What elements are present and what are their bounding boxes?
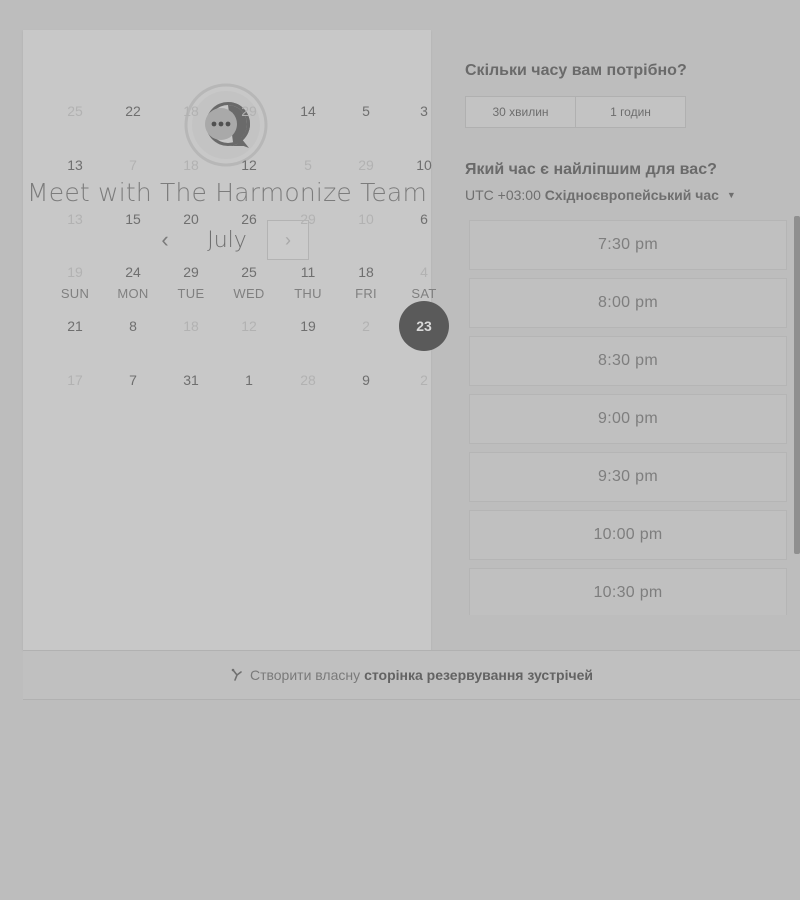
chevron-left-icon: ‹ (161, 227, 169, 252)
calendar-day[interactable]: 12 (224, 140, 274, 190)
calendar-day[interactable]: 8 (108, 301, 158, 351)
calendar-day: 10 (358, 211, 374, 227)
calendar-day[interactable]: 22 (108, 86, 158, 136)
calendar-day: 2 (362, 318, 370, 334)
timezone-name: Східноєвропейський час (544, 187, 719, 203)
calendar-day[interactable]: 19 (283, 301, 333, 351)
time-slot-button[interactable]: 9:00 pm (469, 394, 787, 444)
duration-selector: 30 хвилин 1 годин (465, 96, 686, 128)
calendar-day: 7 (129, 157, 137, 173)
time-slot-list: 7:30 pm 8:00 pm 8:30 pm 9:00 pm 9:30 pm 10:00… (469, 220, 787, 615)
calendar-day: 12 (241, 318, 257, 334)
calendar-day: 29 (358, 157, 374, 173)
calendar-day[interactable]: 7 (108, 355, 158, 405)
caret-down-icon: ▼ (726, 190, 736, 200)
calendar-day: 18 (183, 157, 199, 173)
calendar-day: 2 (420, 372, 428, 388)
calendar-day: 18 (183, 103, 199, 119)
time-slot-button[interactable]: 9:30 pm (469, 452, 787, 502)
calendar-day[interactable]: 21 (50, 301, 100, 351)
time-slot-button[interactable]: 8:00 pm (469, 278, 787, 328)
footer: Створити власну сторінка резервування зу… (23, 650, 800, 700)
calendar-day[interactable]: 11 (283, 247, 333, 297)
duration-question: Скільки часу вам потрібно? (465, 62, 687, 79)
time-slot-button[interactable]: 10:00 pm (469, 510, 787, 560)
time-slot-button[interactable]: 7:30 pm (469, 220, 787, 270)
calendar-day: 29 (300, 211, 316, 227)
calendar-day[interactable]: 10 (399, 140, 449, 190)
calendar-day[interactable]: 20 (166, 194, 216, 244)
calendar-day: 18 (183, 318, 199, 334)
calendar-day[interactable]: 24 (108, 247, 158, 297)
calendar-day[interactable]: 29 (166, 247, 216, 297)
calendar-grid: 25 22 18 29 14 5 3 13 7 18 12 5 29 10 13 15 20 26 29 10 6 19 2… (23, 103, 449, 652)
time-slot-button[interactable]: 10:30 pm (469, 568, 787, 615)
footer-text: Створити власну (249, 667, 361, 683)
calendar-day: 25 (67, 103, 83, 119)
calendar-day[interactable]: 15 (108, 194, 158, 244)
calendar-day[interactable]: 5 (341, 86, 391, 136)
scrollbar[interactable] (794, 216, 800, 554)
calendar-day[interactable]: 18 (341, 247, 391, 297)
time-slot-button[interactable]: 8:30 pm (469, 336, 787, 386)
calendar-day: 4 (420, 264, 428, 280)
calendar-day: 29 (241, 103, 257, 119)
calendar-day[interactable]: 6 (399, 194, 449, 244)
calendar-day: 17 (67, 372, 83, 388)
calendar-day: 5 (304, 157, 312, 173)
calendar-day[interactable]: 26 (224, 194, 274, 244)
duration-30-min-button[interactable]: 30 хвилин (466, 97, 575, 127)
timezone-offset: UTC +03:00 (465, 187, 541, 203)
brand-icon (231, 668, 242, 681)
calendar-day-selected[interactable]: 23 (399, 301, 449, 351)
timezone-selector[interactable]: UTC +03:00 Східноєвропейський час ▼ (465, 187, 736, 203)
calendar-day[interactable]: 25 (224, 247, 274, 297)
calendar-day[interactable]: 31 (166, 355, 216, 405)
duration-1-hour-button[interactable]: 1 годин (575, 97, 685, 127)
calendar-day: 19 (67, 264, 83, 280)
time-question: Який час є найліпшим для вас? (465, 161, 717, 178)
calendar-day: 13 (67, 211, 83, 227)
calendar-day: 28 (300, 372, 316, 388)
calendar-day[interactable]: 3 (399, 86, 449, 136)
calendar-day[interactable]: 13 (50, 140, 100, 190)
calendar-panel: Meet with The Harmonize Team ‹ July › SU… (23, 30, 449, 652)
calendar-day[interactable]: 9 (341, 355, 391, 405)
footer-link[interactable]: сторінка резервування зустрічей (364, 667, 593, 683)
calendar-day[interactable]: 14 (283, 86, 333, 136)
calendar-day[interactable]: 1 (224, 355, 274, 405)
